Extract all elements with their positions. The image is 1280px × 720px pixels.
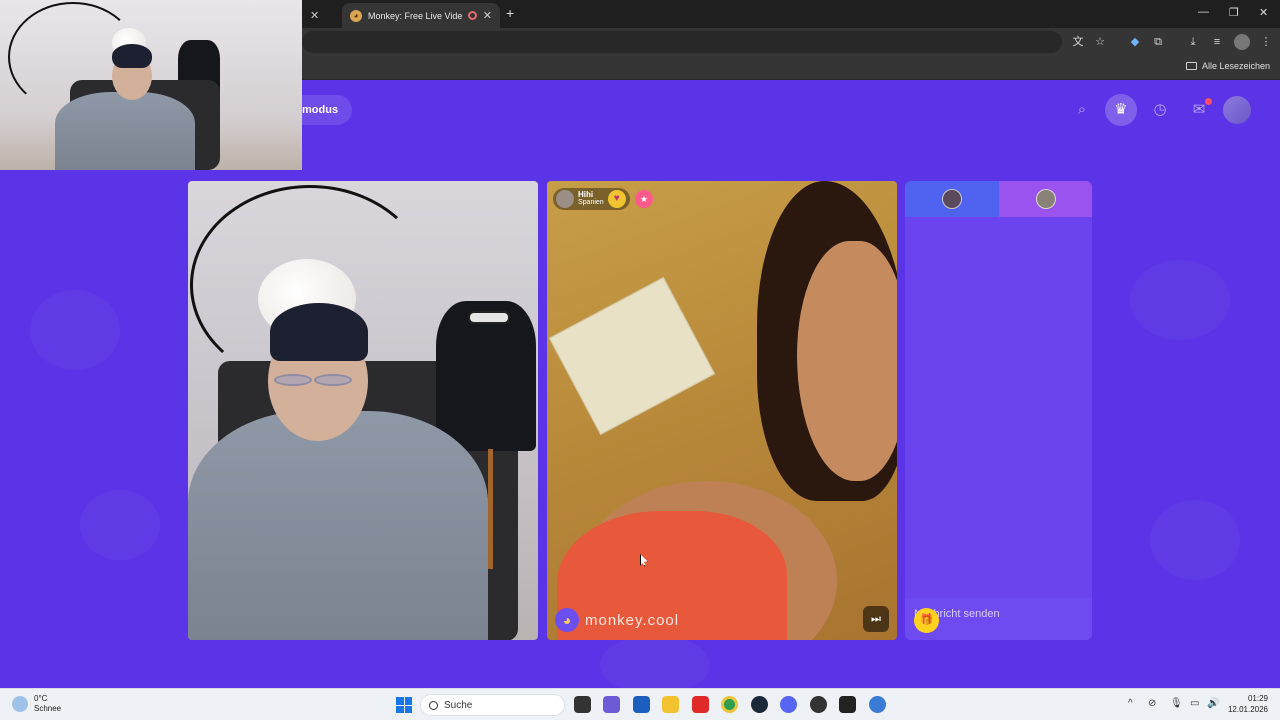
translate-icon[interactable]: 文 (1070, 34, 1086, 50)
search-icon[interactable]: ⌕ (1067, 95, 1097, 125)
tray-expand-icon[interactable]: ^ (1128, 698, 1133, 709)
microphone-icon[interactable]: 🎙 (1170, 698, 1183, 709)
chat-participant-stranger[interactable] (999, 181, 1092, 217)
background-pattern (80, 490, 160, 560)
clock-date: 12.01.2026 (1227, 705, 1268, 714)
network-icon[interactable]: ⊘ (1148, 698, 1156, 709)
own-video (188, 181, 538, 640)
taskbar-search[interactable]: Suche (420, 694, 565, 716)
badge-icon[interactable]: ★ (635, 190, 653, 208)
recording-indicator-icon (467, 11, 477, 20)
tab-title: Monkey: Free Live Video C (368, 10, 462, 21)
monkey-watermark: ◕ monkey.cool (555, 608, 679, 632)
extension-badge-icon[interactable]: ◆ (1127, 34, 1143, 50)
background-pattern (1150, 500, 1240, 580)
goggles-illustration (468, 311, 510, 324)
wall-socket-illustration (548, 276, 716, 436)
bookmark-star-icon[interactable]: ☆ (1092, 34, 1108, 50)
crown-icon[interactable]: ♛ (1105, 94, 1137, 126)
notification-dot (1205, 98, 1212, 105)
teams-icon[interactable] (603, 696, 620, 713)
restore-icon[interactable]: ❐ (1229, 6, 1239, 19)
tab-monkey[interactable]: ◕ Monkey: Free Live Video C ✕ (342, 3, 500, 28)
webcam-overlay (0, 0, 302, 170)
monkey-favicon-icon: ◕ (350, 9, 362, 22)
message-input[interactable]: Nachricht senden 🎁 (905, 598, 1092, 640)
all-bookmarks-button[interactable]: Alle Lesezeichen (1185, 61, 1270, 71)
media-control-icon[interactable]: ≡ (1209, 34, 1225, 50)
weather-text: 0°C Schnee (34, 694, 61, 714)
clock-time: 01:29 (1247, 694, 1268, 703)
watermark-text: monkey.cool (585, 611, 680, 629)
profile-avatar[interactable] (1223, 96, 1251, 124)
chrome-icon[interactable] (721, 696, 738, 713)
minimize-icon[interactable]: — (1198, 6, 1209, 18)
windows-start-icon[interactable] (396, 697, 412, 713)
epic-games-icon[interactable] (839, 696, 856, 713)
app-icon[interactable] (810, 696, 827, 713)
cap-illustration (112, 44, 152, 68)
profile-icon[interactable] (1234, 34, 1250, 50)
stand-illustration (488, 449, 493, 569)
glasses-illustration (274, 374, 312, 386)
close-tab-icon[interactable]: ✕ (310, 9, 319, 22)
history-icon[interactable]: ◷ (1145, 95, 1175, 125)
cap-illustration (270, 303, 368, 361)
windows-taskbar: 0°C Schnee Suche ^ ⊘ 🎙 ▭ 🔊 01:29 12.01.2… (0, 688, 1280, 720)
monkey-page: modus ⌕ ♛ ◷ ✉ Hihi Spanien ♥ ★ ◕ monkey.… (0, 80, 1280, 688)
store-icon[interactable] (633, 696, 650, 713)
volume-icon[interactable]: 🔊 (1207, 698, 1219, 709)
search-icon (429, 700, 438, 710)
downloads-icon[interactable]: ⤓ (1185, 34, 1201, 50)
monkey-logo-icon: ◕ (555, 608, 579, 632)
self-avatar (942, 189, 962, 209)
chat-header (905, 181, 1092, 217)
stranger-video: Hihi Spanien ♥ ★ ◕ monkey.cool ⏭ (547, 181, 897, 640)
discord-icon[interactable] (780, 696, 797, 713)
chat-participant-self[interactable] (905, 181, 999, 217)
weather-widget[interactable]: 0°C Schnee (12, 694, 61, 714)
heart-icon[interactable]: ♥ (607, 190, 626, 208)
all-bookmarks-label: Alle Lesezeichen (1201, 61, 1270, 71)
background-pattern (600, 635, 710, 688)
glasses-illustration (314, 374, 352, 386)
task-view-icon[interactable] (574, 696, 591, 713)
weather-desc: Schnee (34, 704, 62, 713)
search-label: Suche (444, 699, 473, 711)
steam-icon[interactable] (751, 696, 768, 713)
stranger-info-badge[interactable]: Hihi Spanien ♥ (553, 188, 630, 210)
stranger-country: Spanien (578, 199, 604, 206)
close-tab-icon[interactable]: ✕ (483, 9, 492, 22)
close-window-icon[interactable]: ✕ (1259, 6, 1268, 19)
extensions-icon[interactable]: ⧉ (1150, 34, 1166, 50)
person-illustration (188, 411, 488, 640)
youtube-icon[interactable] (692, 696, 709, 713)
person-illustration (55, 92, 195, 170)
skip-button[interactable]: ⏭ (863, 606, 889, 632)
address-bar[interactable] (302, 31, 1062, 53)
chat-icon[interactable]: ✉ (1184, 95, 1214, 125)
gift-icon[interactable]: 🎁 (914, 608, 939, 633)
background-pattern (1130, 260, 1230, 340)
menu-icon[interactable]: ⋮ (1258, 34, 1274, 50)
clock[interactable]: 01:29 12.01.2026 (1228, 693, 1268, 715)
app-icon[interactable] (869, 696, 886, 713)
display-icon[interactable]: ▭ (1190, 698, 1199, 709)
folder-icon (1185, 62, 1197, 70)
stranger-info-text: Hihi Spanien (578, 191, 604, 207)
weather-temp: 0°C (34, 694, 48, 703)
stranger-name: Hihi (578, 190, 594, 199)
stranger-chat-avatar (1035, 189, 1056, 209)
stranger-avatar (556, 190, 574, 208)
snow-cloud-icon (12, 696, 28, 712)
chat-panel: Nachricht senden 🎁 (905, 181, 1092, 640)
background-pattern (30, 290, 120, 370)
new-tab-button[interactable]: + (506, 5, 514, 21)
tab-previous[interactable]: ✕ (302, 3, 342, 28)
file-explorer-icon[interactable] (662, 696, 679, 713)
